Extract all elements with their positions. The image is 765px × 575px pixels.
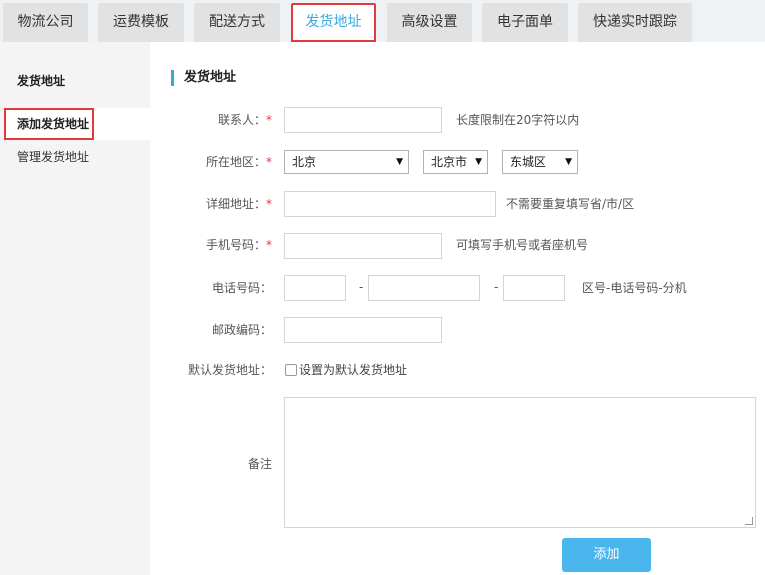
phone-number-input[interactable]	[368, 275, 480, 301]
phone-separator: -	[494, 280, 499, 294]
section-title: 发货地址	[171, 70, 236, 86]
extension-input[interactable]	[503, 275, 565, 301]
dropdown-arrow-icon: ▼	[396, 157, 403, 167]
required-mark: *	[266, 113, 272, 127]
tab-electronic-waybill[interactable]: 电子面单	[482, 3, 568, 42]
phone-separator: -	[359, 280, 364, 294]
default-address-checkbox-label[interactable]: 设置为默认发货地址	[299, 358, 407, 382]
mobile-label: 手机号码：*	[205, 238, 272, 252]
tab-freight-template[interactable]: 运费模板	[98, 3, 184, 42]
phone-hint: 区号-电话号码-分机	[582, 281, 687, 295]
mobile-hint: 可填写手机号或者座机号	[456, 238, 589, 252]
sidebar-item-label: 管理发货地址	[17, 150, 90, 164]
note-textarea[interactable]	[284, 397, 756, 528]
contact-hint: 长度限制在20字符以内	[456, 113, 580, 127]
city-select[interactable]: 北京市 ▼	[423, 150, 488, 174]
sidebar-item-manage-address[interactable]: 管理发货地址	[4, 141, 150, 173]
address-input[interactable]	[284, 191, 496, 217]
highlight-box	[4, 108, 94, 140]
dropdown-arrow-icon: ▼	[565, 157, 572, 167]
sidebar: 发货地址 添加发货地址 管理发货地址	[0, 42, 150, 575]
phone-label: 电话号码：	[211, 281, 272, 295]
area-code-input[interactable]	[284, 275, 346, 301]
postcode-label: 邮政编码：	[211, 323, 272, 337]
sidebar-item-add-address[interactable]: 添加发货地址	[4, 108, 150, 140]
tab-shipping-address[interactable]: 发货地址	[291, 3, 376, 42]
note-label: 备注	[247, 457, 272, 471]
address-hint: 不需要重复填写省/市/区	[506, 197, 635, 211]
province-select[interactable]: 北京 ▼	[284, 150, 409, 174]
dropdown-arrow-icon: ▼	[475, 157, 482, 167]
district-select[interactable]: 东城区 ▼	[502, 150, 578, 174]
region-label: 所在地区：*	[205, 155, 272, 169]
tab-express-tracking[interactable]: 快递实时跟踪	[578, 3, 692, 42]
contact-input[interactable]	[284, 107, 442, 133]
sidebar-heading: 发货地址	[17, 74, 66, 88]
default-address-checkbox[interactable]	[285, 364, 297, 376]
contact-label: 联系人：*	[217, 113, 272, 127]
tab-delivery-method[interactable]: 配送方式	[194, 3, 280, 42]
required-mark: *	[266, 197, 272, 211]
required-mark: *	[266, 155, 272, 169]
mobile-input[interactable]	[284, 233, 442, 259]
tab-advanced-settings[interactable]: 高级设置	[387, 3, 472, 42]
top-tab-bar: 物流公司 运费模板 配送方式 发货地址 高级设置 电子面单 快递实时跟踪	[0, 0, 765, 42]
required-mark: *	[266, 238, 272, 252]
tab-logistics-company[interactable]: 物流公司	[3, 3, 88, 42]
resize-handle-icon[interactable]	[745, 517, 753, 525]
address-label: 详细地址：*	[205, 197, 272, 211]
default-label: 默认发货地址：	[187, 363, 272, 377]
add-button[interactable]: 添加	[562, 538, 651, 572]
postcode-input[interactable]	[284, 317, 442, 343]
